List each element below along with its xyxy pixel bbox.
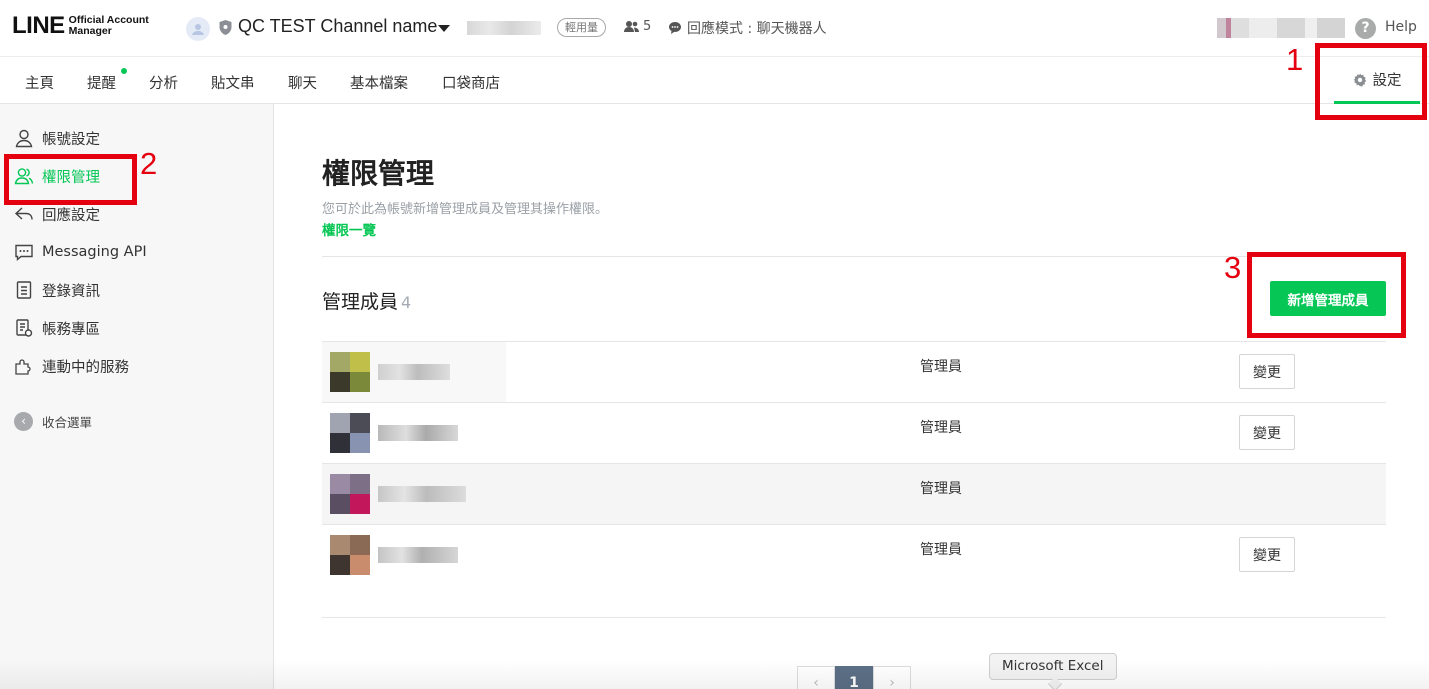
nav-analytics[interactable]: 分析 — [149, 72, 178, 93]
member-avatar — [330, 535, 370, 575]
collapse-menu-button[interactable]: ‹ 收合選單 — [14, 412, 92, 431]
account-id-redacted — [467, 21, 541, 35]
sidebar-item-billing[interactable]: 帳務專區 — [14, 315, 100, 341]
member-name-redacted — [378, 364, 450, 380]
sidebar-item-messaging-api[interactable]: Messaging API — [14, 239, 147, 265]
table-row: 管理員 — [322, 463, 1386, 524]
sidebar-item-label: Messaging API — [42, 244, 147, 260]
table-row: 管理員 變更 — [322, 524, 1386, 585]
document-icon — [16, 281, 32, 299]
billing-icon — [16, 319, 33, 337]
top-header: LINE Official Account Manager QC TEST Ch… — [0, 0, 1429, 57]
sidebar-item-label: 帳務專區 — [42, 321, 100, 338]
person-icon — [15, 129, 33, 148]
sidebar-item-account-settings[interactable]: 帳號設定 — [14, 125, 100, 151]
nav-profile[interactable]: 基本檔案 — [350, 72, 408, 93]
page-title: 權限管理 — [322, 157, 435, 190]
pagination-next-button[interactable]: › — [873, 666, 911, 689]
member-role: 管理員 — [920, 542, 962, 558]
nav-chat[interactable]: 聊天 — [288, 72, 317, 93]
member-role: 管理員 — [920, 359, 962, 375]
member-avatar — [330, 413, 370, 453]
message-dots-icon — [15, 244, 33, 262]
account-avatar[interactable] — [186, 17, 210, 41]
member-name-redacted — [378, 425, 458, 441]
reply-mode[interactable]: 回應模式 : 聊天機器人 — [668, 18, 827, 38]
members-title-label: 管理成員 — [322, 291, 399, 313]
pagination-prev-button[interactable]: ‹ — [797, 666, 835, 689]
logo-line-text: LINE — [12, 12, 65, 39]
sidebar-item-registration-info[interactable]: 登錄資訊 — [14, 277, 100, 303]
logo-subtitle-line2: Manager — [68, 25, 112, 37]
reply-icon — [14, 207, 33, 220]
member-role: 管理員 — [920, 420, 962, 436]
main-content: 權限管理 您可於此為帳號新增管理成員及管理其操作權限。 權限一覽 管理成員 4 新… — [274, 104, 1429, 689]
friends-icon — [624, 21, 639, 32]
nav-home[interactable]: 主頁 — [25, 72, 54, 93]
permission-list-link[interactable]: 權限一覽 — [322, 219, 376, 239]
change-role-button[interactable]: 變更 — [1239, 415, 1295, 450]
sidebar-item-label: 帳號設定 — [42, 131, 100, 148]
friends-count: 5 — [624, 19, 651, 34]
members-table: 管理員 變更 管理員 變更 管理員 管理員 變更 — [322, 341, 1386, 585]
pagination-page[interactable]: 1 — [835, 666, 873, 689]
nav-notifications[interactable]: 提醒 — [87, 72, 116, 93]
page-description: 您可於此為帳號新增管理成員及管理其操作權限。 — [322, 202, 609, 217]
change-role-button[interactable]: 變更 — [1239, 354, 1295, 389]
puzzle-icon — [15, 359, 31, 375]
plan-badge: 輕用量 — [557, 18, 606, 37]
member-avatar — [330, 352, 370, 392]
pagination: ‹ 1 › — [797, 666, 911, 689]
sidebar-item-label: 連動中的服務 — [42, 359, 129, 376]
table-row: 管理員 變更 — [322, 341, 1386, 402]
friends-count-value: 5 — [643, 19, 652, 34]
main-nav: 主頁 提醒 分析 貼文串 聊天 基本檔案 口袋商店 設定 — [0, 58, 1429, 104]
annotation-box-add-member — [1247, 252, 1406, 338]
annotation-box-permissions — [4, 154, 137, 205]
sidebar-item-label: 登錄資訊 — [42, 283, 100, 300]
sidebar-item-linked-services[interactable]: 連動中的服務 — [14, 353, 129, 379]
member-avatar — [330, 474, 370, 514]
chevron-left-icon: ‹ — [14, 412, 33, 431]
nav-pocket-shop[interactable]: 口袋商店 — [442, 72, 500, 93]
annotation-number-2: 2 — [140, 146, 158, 181]
logo-subtitle: Official Account Manager — [69, 15, 149, 37]
members-count: 4 — [401, 293, 412, 312]
help-link[interactable]: Help — [1385, 19, 1417, 35]
user-account-redacted[interactable] — [1217, 18, 1345, 38]
account-name[interactable]: QC TEST Channel name — [238, 16, 437, 37]
notification-dot — [121, 68, 127, 74]
collapse-menu-label: 收合選單 — [42, 415, 93, 430]
caret-down-icon[interactable] — [438, 25, 450, 32]
members-section-title: 管理成員 4 — [322, 287, 411, 314]
user-icon — [192, 24, 204, 35]
table-bottom-divider — [322, 617, 1386, 618]
help-icon[interactable]: ? — [1355, 18, 1376, 39]
nav-timeline[interactable]: 貼文串 — [211, 72, 255, 93]
change-role-button[interactable]: 變更 — [1239, 537, 1295, 572]
annotation-number-1: 1 — [1286, 42, 1304, 77]
member-role: 管理員 — [920, 481, 962, 497]
reply-mode-label: 回應模式 : 聊天機器人 — [687, 21, 827, 37]
shield-icon — [219, 20, 232, 35]
taskbar-tooltip: Microsoft Excel — [989, 653, 1117, 680]
line-oa-logo[interactable]: LINE Official Account Manager — [12, 14, 149, 38]
chat-bubble-icon — [669, 22, 681, 34]
member-name-redacted — [378, 486, 466, 502]
member-name-redacted — [378, 547, 458, 563]
annotation-number-3: 3 — [1224, 250, 1242, 285]
sidebar-item-label: 回應設定 — [42, 207, 100, 224]
annotation-box-settings — [1315, 43, 1427, 120]
table-row: 管理員 變更 — [322, 402, 1386, 463]
